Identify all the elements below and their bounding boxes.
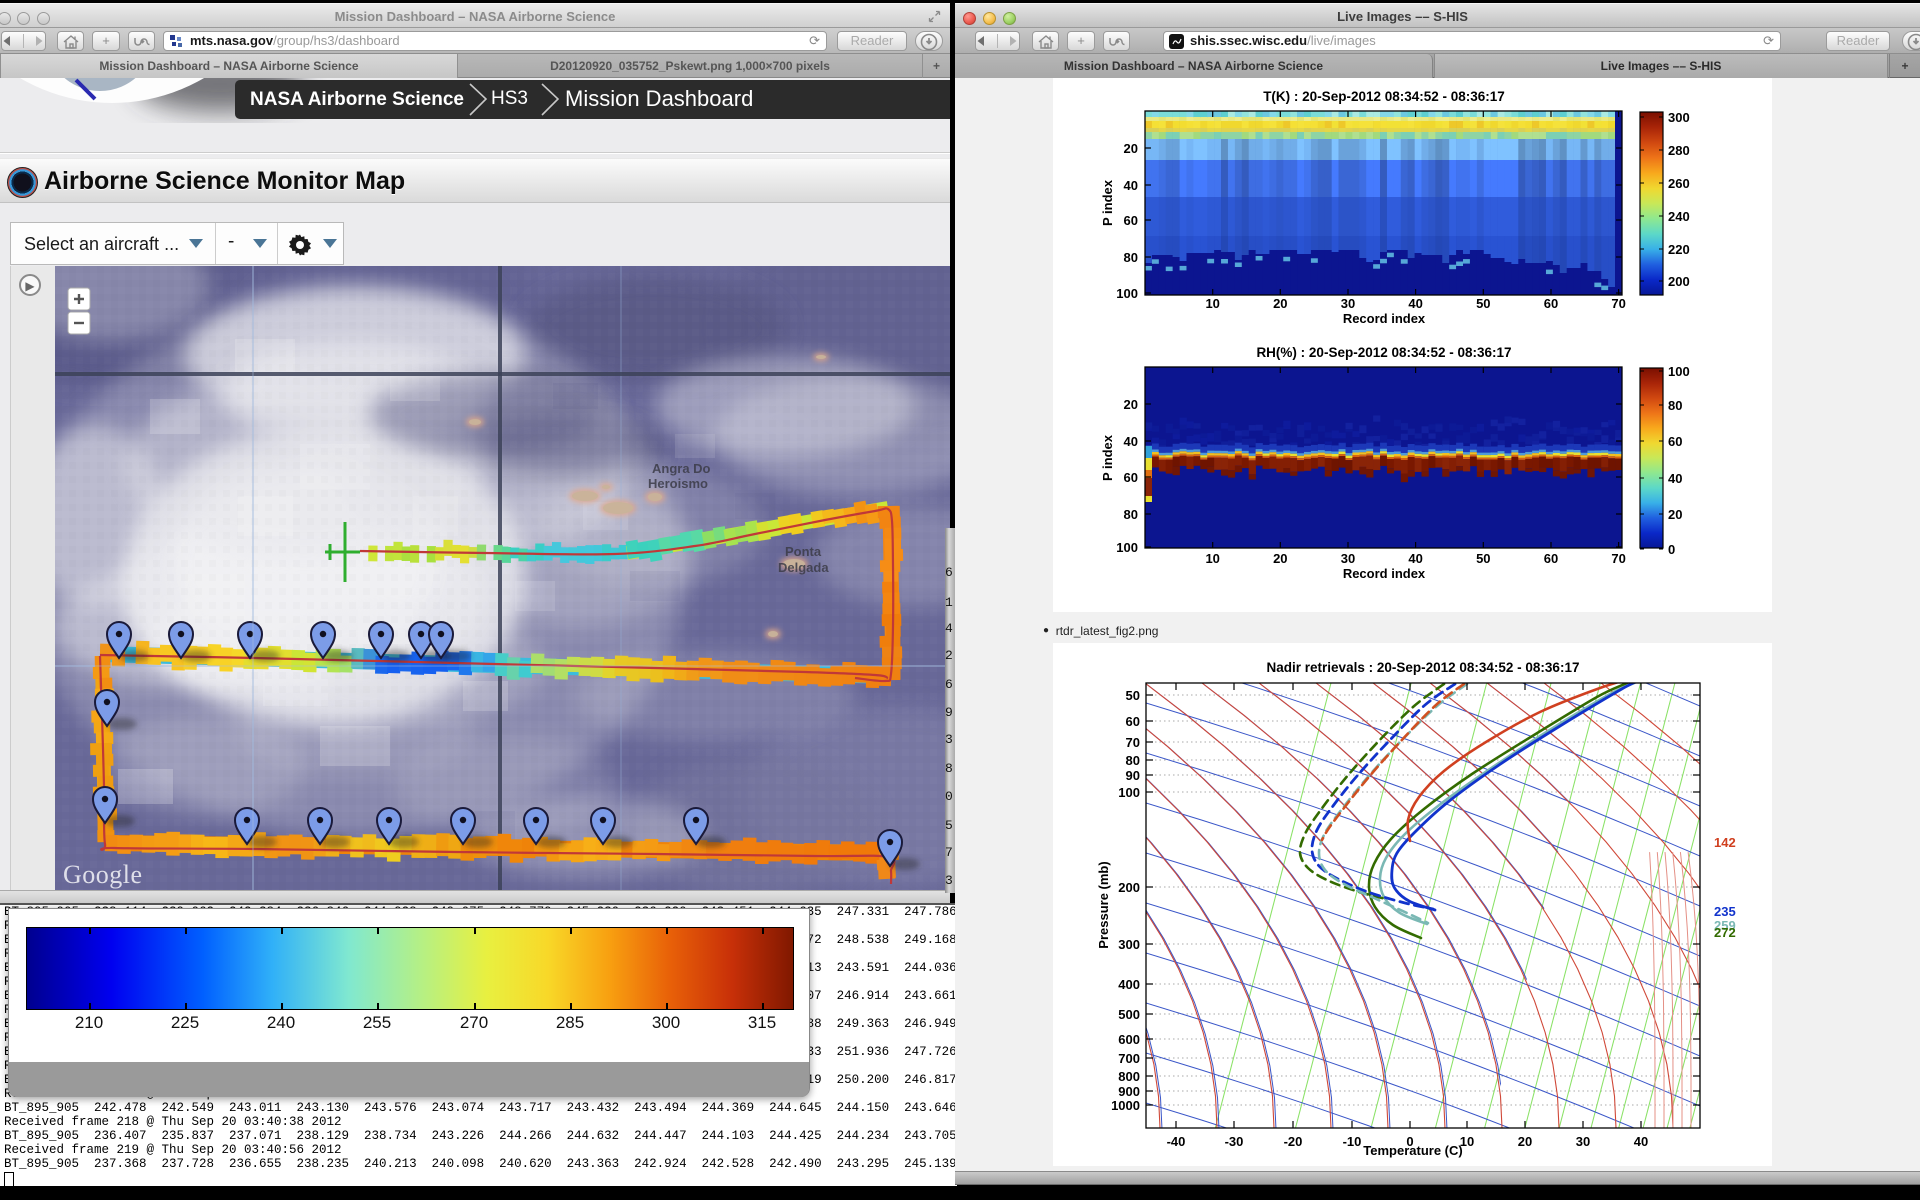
svg-text:60: 60	[1126, 714, 1140, 729]
svg-text:Heroismo: Heroismo	[648, 476, 708, 491]
svg-text:Temperature (C): Temperature (C)	[1363, 1143, 1462, 1158]
svg-text:Delgada: Delgada	[778, 560, 829, 575]
svg-text:700: 700	[1118, 1051, 1140, 1066]
svg-text:-30: -30	[1225, 1134, 1244, 1149]
svg-text:235: 235	[1714, 904, 1736, 919]
svg-text:600: 600	[1118, 1032, 1140, 1047]
svg-text:Google: Google	[63, 860, 143, 889]
svg-text:142: 142	[1714, 835, 1736, 850]
svg-text:30: 30	[1576, 1134, 1590, 1149]
svg-text:50: 50	[1126, 688, 1140, 703]
svg-text:100: 100	[1118, 785, 1140, 800]
svg-text:20: 20	[1518, 1134, 1532, 1149]
svg-text:Ponta: Ponta	[785, 544, 822, 559]
svg-text:80: 80	[1126, 753, 1140, 768]
svg-text:300: 300	[1118, 937, 1140, 952]
svg-text:Angra Do: Angra Do	[652, 461, 711, 476]
svg-text:800: 800	[1118, 1069, 1140, 1084]
svg-text:-20: -20	[1284, 1134, 1303, 1149]
svg-text:70: 70	[1126, 735, 1140, 750]
svg-text:Nadir retrievals : 20-Sep-2012: Nadir retrievals : 20-Sep-2012 08:34:52 …	[1267, 660, 1580, 675]
svg-text:200: 200	[1118, 880, 1140, 895]
svg-text:900: 900	[1118, 1084, 1140, 1099]
svg-text:40: 40	[1634, 1134, 1648, 1149]
svg-text:Pressure (mb): Pressure (mb)	[1096, 861, 1111, 948]
svg-text:-40: -40	[1167, 1134, 1186, 1149]
svg-text:400: 400	[1118, 977, 1140, 992]
svg-text:272: 272	[1714, 925, 1736, 940]
svg-text:500: 500	[1118, 1007, 1140, 1022]
svg-text:90: 90	[1126, 768, 1140, 783]
svg-text:1000: 1000	[1111, 1098, 1140, 1113]
svg-text:-10: -10	[1343, 1134, 1362, 1149]
